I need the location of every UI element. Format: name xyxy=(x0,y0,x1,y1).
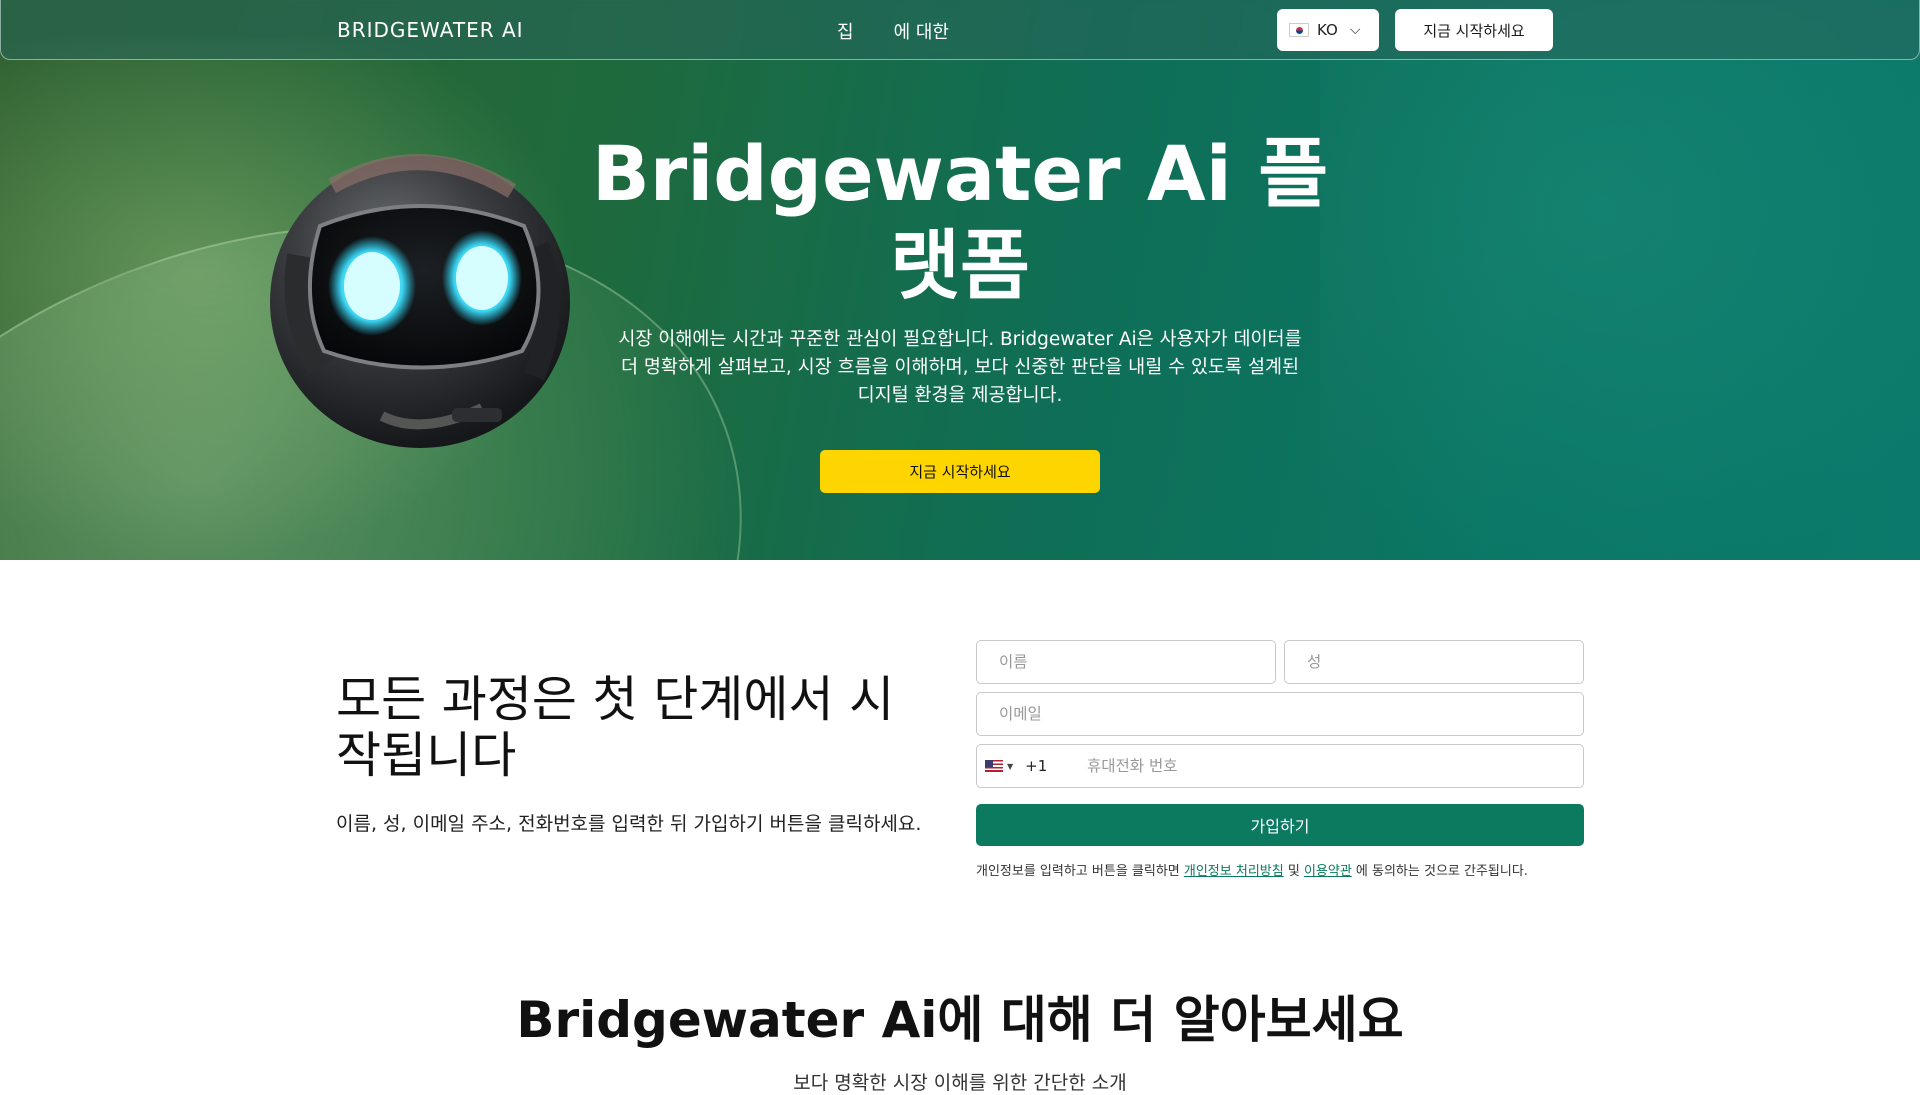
signup-title: 모든 과정은 첫 단계에서 시작됩니다 xyxy=(336,671,895,784)
learn-more-subtitle: 보다 명확한 시장 이해를 위한 간단한 소개 xyxy=(793,1072,1127,1094)
brand-logo[interactable]: BRIDGEWATER AI xyxy=(337,18,524,42)
nav-link-home[interactable]: 집 xyxy=(837,18,854,44)
consent-text: 개인정보를 입력하고 버튼을 클릭하면 개인정보 처리방침 및 이용약관 에 동… xyxy=(976,862,1586,881)
language-select[interactable]: KO ⌵ xyxy=(1277,9,1379,51)
korea-flag-icon xyxy=(1289,23,1309,37)
phone-field-wrapper: ▼ +1 xyxy=(976,744,1584,788)
top-navbar: BRIDGEWATER AI 집 에 대한 KO ⌵ 지금 시작하세요 xyxy=(0,0,1920,60)
hero-glow-right xyxy=(1320,0,1920,560)
hero-section: Bridgewater Ai 플랫폼 시장 이해에는 시간과 꾸준한 관심이 필… xyxy=(0,0,1920,560)
phone-country-select[interactable]: ▼ +1 xyxy=(985,757,1047,775)
caret-down-icon: ▼ xyxy=(1007,761,1014,771)
last-name-field[interactable] xyxy=(1284,640,1584,684)
first-name-field[interactable] xyxy=(976,640,1276,684)
consent-prefix: 개인정보를 입력하고 버튼을 클릭하면 xyxy=(976,864,1184,879)
nav-get-started-button[interactable]: 지금 시작하세요 xyxy=(1395,9,1553,51)
nav-link-about[interactable]: 에 대한 xyxy=(894,18,949,44)
hero-description: 시장 이해에는 시간과 꾸준한 관심이 필요합니다. Bridgewater A… xyxy=(618,329,1302,406)
terms-link[interactable]: 이용약관 xyxy=(1304,864,1352,879)
email-field[interactable] xyxy=(976,692,1584,736)
phone-dial-code: +1 xyxy=(1025,757,1048,775)
learn-more-title: Bridgewater Ai에 대해 더 알아보세요 xyxy=(516,991,1404,1049)
nav-links: 집 에 대한 xyxy=(837,18,949,44)
signup-description: 이름, 성, 이메일 주소, 전화번호를 입력한 뒤 가입하기 버튼을 클릭하세… xyxy=(336,813,922,835)
chevron-down-icon: ⌵ xyxy=(1349,22,1361,38)
signup-submit-button[interactable]: 가입하기 xyxy=(976,804,1584,846)
hero-get-started-button[interactable]: 지금 시작하세요 xyxy=(820,450,1100,493)
language-code: KO xyxy=(1317,21,1338,39)
hero-title: Bridgewater Ai 플랫폼 xyxy=(591,129,1329,310)
consent-and: 및 xyxy=(1283,864,1304,879)
phone-field[interactable] xyxy=(1087,751,1567,781)
privacy-policy-link[interactable]: 개인정보 처리방침 xyxy=(1184,864,1284,879)
us-flag-icon xyxy=(985,760,1003,772)
consent-suffix: 에 동의하는 것으로 간주됩니다. xyxy=(1351,864,1528,879)
robot-mascot-icon xyxy=(270,154,570,448)
